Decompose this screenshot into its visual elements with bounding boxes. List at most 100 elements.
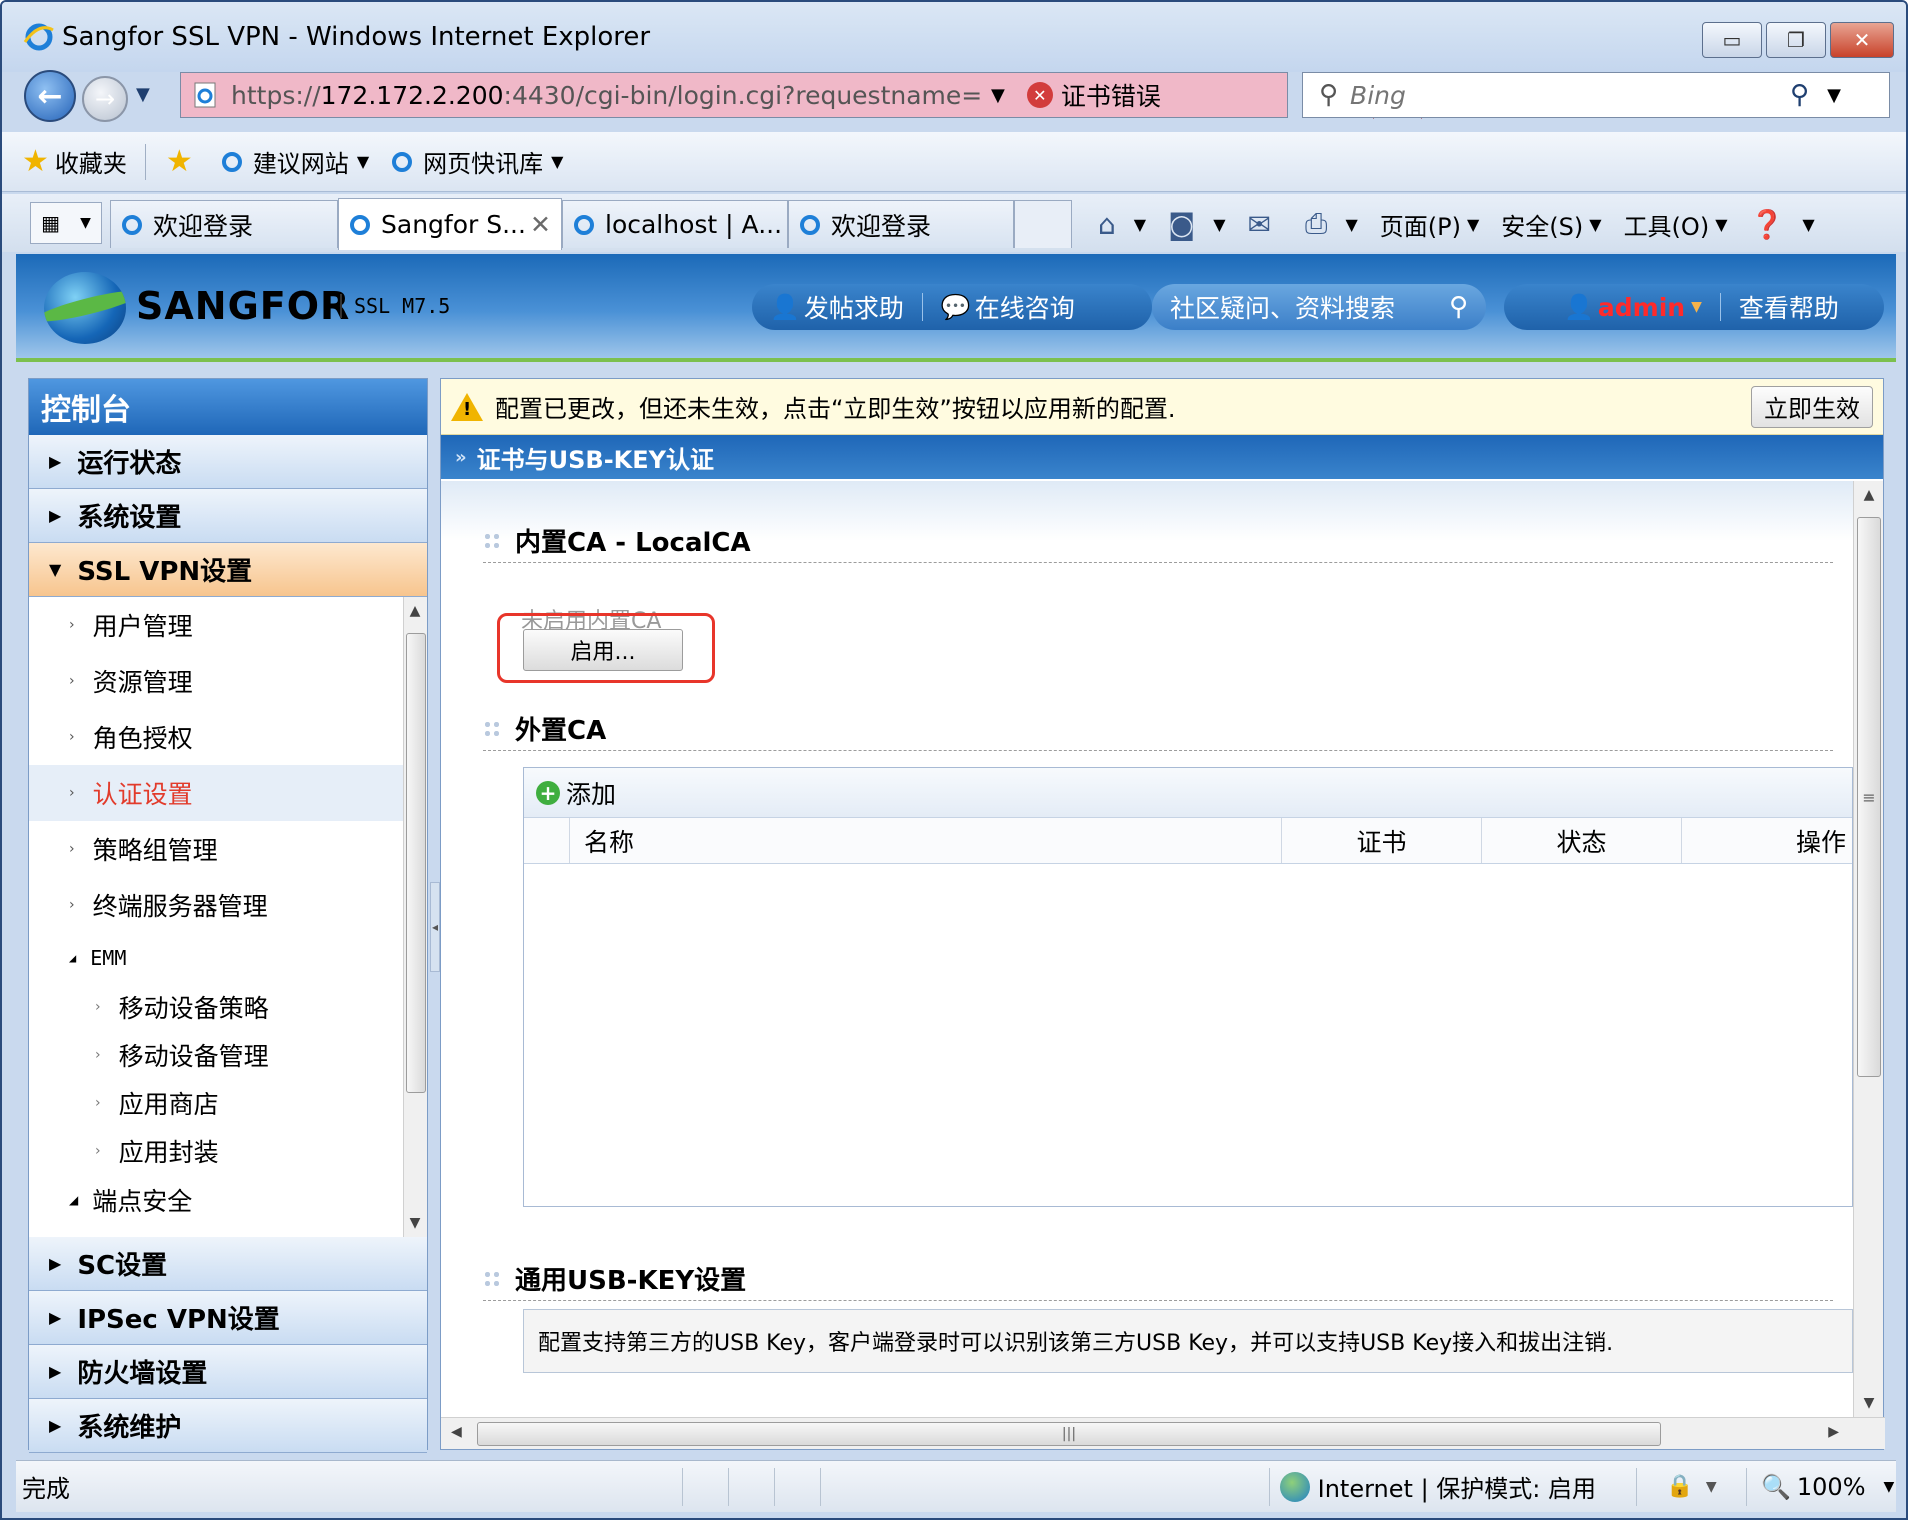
- web-slice-gallery-link[interactable]: 网页快讯库 ▼: [389, 144, 563, 179]
- sidebar-scrollbar[interactable]: ▲ ▼: [403, 597, 427, 1237]
- navigation-bar: ← → ▼ https://172.172.2.200:4430/cgi-bin…: [2, 64, 1906, 126]
- nav-section-ssl-vpn[interactable]: ▼ SSL VPN设置: [29, 543, 427, 597]
- nav-section-ipsec-vpn[interactable]: ▶ IPSec VPN设置: [29, 1291, 427, 1345]
- maximize-button[interactable]: ❐: [1766, 22, 1826, 58]
- add-favorite-button[interactable]: ★: [166, 144, 199, 179]
- home-button[interactable]: ⌂ ▼: [1098, 208, 1146, 241]
- community-search[interactable]: 社区疑问、资料搜索 ⚲: [1152, 284, 1486, 330]
- sidebar-collapse-handle[interactable]: ◂: [430, 882, 440, 972]
- tab-welcome-1[interactable]: 欢迎登录: [110, 200, 338, 248]
- search-input[interactable]: [1350, 80, 1791, 110]
- view-help-link[interactable]: 查看帮助: [1721, 289, 1857, 325]
- sidebar-group-emm[interactable]: ◢ EMM: [29, 933, 427, 983]
- search-dropdown-icon[interactable]: ▼: [1827, 85, 1841, 106]
- print-button[interactable]: ⎙ ▼: [1305, 207, 1358, 241]
- chevron-right-icon: ›: [69, 673, 75, 689]
- quick-tabs-button[interactable]: ▦ ▼: [30, 202, 102, 244]
- chevron-down-icon: ▼: [1466, 214, 1480, 234]
- divider: [144, 143, 146, 180]
- chevron-left-icon: ◂: [431, 920, 439, 934]
- sidebar-item-resource-management[interactable]: › 资源管理: [29, 653, 427, 709]
- add-button[interactable]: + 添加: [536, 775, 616, 811]
- scroll-thumb[interactable]: ≡: [1857, 517, 1881, 1077]
- content-horizontal-scrollbar[interactable]: ◀ ||| ▶: [441, 1417, 1885, 1449]
- new-tab-button[interactable]: [1014, 200, 1072, 248]
- safety-menu[interactable]: 安全(S) ▼: [1501, 207, 1601, 242]
- caret-right-icon: ▶: [49, 1416, 62, 1435]
- close-tab-icon[interactable]: ✕: [530, 210, 551, 239]
- favorites-button[interactable]: ★ 收藏夹: [22, 144, 127, 179]
- enable-local-ca-button[interactable]: 启用...: [523, 629, 683, 671]
- scroll-left-icon[interactable]: ◀: [451, 1424, 462, 1440]
- scroll-up-icon[interactable]: ▲: [1854, 487, 1884, 503]
- mail-button[interactable]: ✉: [1248, 208, 1283, 241]
- help-menu[interactable]: ❓ ▼: [1750, 208, 1815, 241]
- suggested-sites-link[interactable]: 建议网站 ▼: [219, 144, 369, 179]
- security-zone[interactable]: Internet | 保护模式: 启用: [1268, 1467, 1636, 1506]
- forward-button[interactable]: →: [82, 76, 128, 122]
- tab-localhost[interactable]: localhost | A...: [562, 200, 788, 248]
- nav-section-maintenance[interactable]: ▶ 系统维护: [29, 1399, 427, 1453]
- post-help-link[interactable]: 👤 发帖求助: [752, 289, 922, 325]
- scroll-thumb[interactable]: [406, 633, 426, 1093]
- triangle-down-icon: ◢: [69, 951, 77, 965]
- address-bar[interactable]: https://172.172.2.200:4430/cgi-bin/login…: [180, 72, 1457, 119]
- nav-section-system-settings[interactable]: ▶ 系统设置: [29, 489, 427, 543]
- sidebar-item-terminal-server[interactable]: › 终端服务器管理: [29, 877, 427, 933]
- column-name[interactable]: 名称: [570, 818, 1282, 863]
- sidebar-item-role-authorization[interactable]: › 角色授权: [29, 709, 427, 765]
- nav-section-sc-settings[interactable]: ▶ SC设置: [29, 1237, 427, 1291]
- caret-down-icon: ▼: [49, 560, 62, 579]
- tab-welcome-2[interactable]: 欢迎登录: [788, 200, 1014, 248]
- back-button[interactable]: ←: [24, 70, 76, 122]
- sidebar-item-policy-group[interactable]: › 策略组管理: [29, 821, 427, 877]
- close-button[interactable]: ✕: [1830, 22, 1894, 58]
- nav-section-firewall[interactable]: ▶ 防火墙设置: [29, 1345, 427, 1399]
- chevron-down-icon: ▼: [80, 215, 91, 231]
- apply-now-button[interactable]: 立即生效: [1751, 385, 1873, 428]
- sidebar-group-endpoint-security[interactable]: ◢ 端点安全: [29, 1175, 427, 1225]
- nav-section-run-status[interactable]: ▶ 运行状态: [29, 435, 427, 489]
- url-text[interactable]: https://172.172.2.200:4430/cgi-bin/login…: [231, 81, 983, 110]
- search-icon[interactable]: ⚲: [1449, 292, 1468, 322]
- online-consult-link[interactable]: 💬 在线咨询: [923, 289, 1093, 325]
- history-dropdown-icon[interactable]: ▼: [136, 84, 150, 105]
- protected-mode-button[interactable]: 🔒 ▼: [1636, 1467, 1746, 1506]
- chevron-down-icon: ▼: [1691, 299, 1702, 315]
- scroll-down-icon[interactable]: ▼: [404, 1215, 426, 1231]
- sidebar-item-auth-settings[interactable]: › 认证设置: [29, 765, 427, 821]
- usb-key-section-title: 通用USB-KEY设置: [483, 1257, 1833, 1301]
- tools-menu[interactable]: 工具(O) ▼: [1624, 207, 1728, 242]
- scroll-thumb[interactable]: |||: [477, 1422, 1661, 1446]
- sidebar-item-mobile-policy[interactable]: › 移动设备策略: [29, 983, 427, 1031]
- mail-icon: ✉: [1247, 207, 1272, 241]
- scroll-up-icon[interactable]: ▲: [404, 603, 426, 619]
- page-menu[interactable]: 页面(P) ▼: [1380, 207, 1480, 242]
- user-menu[interactable]: 👤 admin ▼: [1504, 293, 1720, 322]
- sidebar-item-app-wrap[interactable]: › 应用封装: [29, 1127, 427, 1175]
- minimize-button[interactable]: ▭: [1702, 22, 1762, 58]
- chevron-right-icon: ›: [95, 1047, 101, 1063]
- add-star-icon: ★: [165, 144, 193, 179]
- community-search-label: 社区疑问、资料搜索: [1170, 294, 1396, 323]
- warning-text: 配置已更改，但还未生效，点击“立即生效”按钮以应用新的配置.: [495, 395, 1176, 423]
- content-vertical-scrollbar[interactable]: ▲ ≡ ▼: [1853, 481, 1883, 1417]
- certificate-error[interactable]: ✕ 证书错误: [1026, 77, 1161, 113]
- column-certificate[interactable]: 证书: [1282, 818, 1482, 863]
- column-status[interactable]: 状态: [1482, 818, 1682, 863]
- grid-icon: ▦: [41, 211, 60, 235]
- feeds-button[interactable]: ◙ ▼: [1168, 208, 1225, 241]
- scroll-right-icon[interactable]: ▶: [1828, 1424, 1839, 1440]
- address-dropdown-icon[interactable]: ▼: [991, 85, 1005, 106]
- search-icon[interactable]: ⚲: [1790, 80, 1809, 110]
- shield-error-icon: ✕: [1026, 82, 1053, 108]
- scroll-down-icon[interactable]: ▼: [1854, 1395, 1884, 1411]
- column-action[interactable]: 操作: [1682, 818, 1852, 863]
- sidebar-item-mobile-management[interactable]: › 移动设备管理: [29, 1031, 427, 1079]
- sidebar-item-user-management[interactable]: › 用户管理: [29, 597, 427, 653]
- star-icon: ★: [22, 144, 49, 179]
- tab-sangfor[interactable]: Sangfor S... ✕: [338, 198, 562, 250]
- sidebar-item-app-store[interactable]: › 应用商店: [29, 1079, 427, 1127]
- search-box[interactable]: ⚲ ⚲ ▼: [1302, 72, 1890, 118]
- zoom-control[interactable]: 🔍 100% ▼: [1746, 1467, 1896, 1506]
